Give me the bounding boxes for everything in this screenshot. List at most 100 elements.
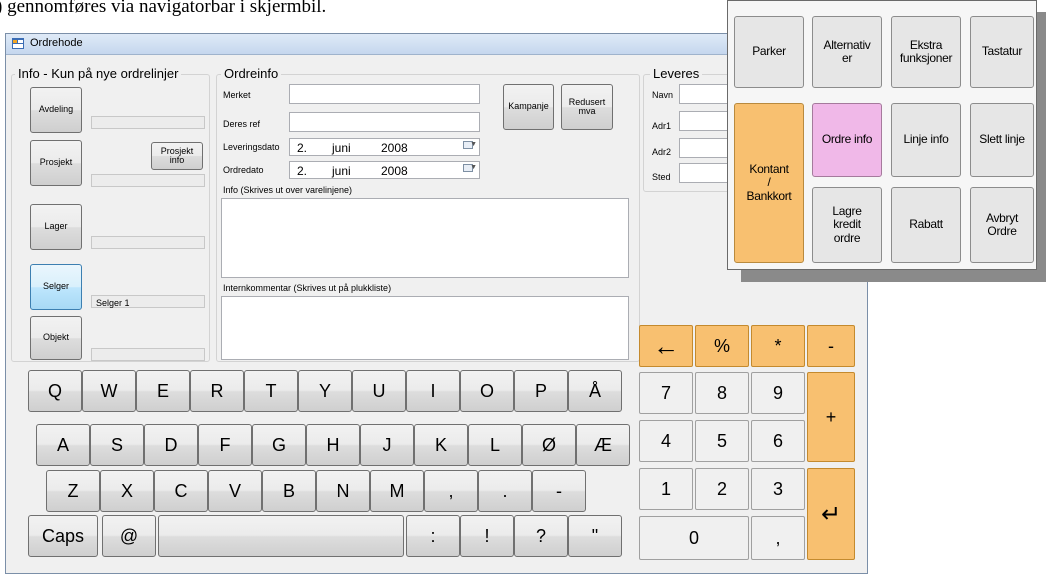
- key-f[interactable]: F: [198, 424, 252, 466]
- lager-button[interactable]: Lager: [30, 204, 82, 250]
- key-7[interactable]: 7: [639, 372, 693, 414]
- key-h[interactable]: H: [306, 424, 360, 466]
- space-key[interactable]: [158, 515, 404, 557]
- lager-field: [91, 236, 205, 249]
- window-title: Ordrehode: [30, 37, 83, 49]
- chevron-down-icon[interactable]: ▼: [470, 164, 477, 171]
- deres-ref-label: Deres ref: [223, 119, 261, 129]
- key-v[interactable]: V: [208, 470, 262, 512]
- key-y[interactable]: Y: [298, 370, 352, 412]
- key-g[interactable]: G: [252, 424, 306, 466]
- key-s[interactable]: S: [90, 424, 144, 466]
- key-1[interactable]: 1: [639, 468, 693, 510]
- key-decimal[interactable]: ,: [751, 516, 805, 560]
- ordredato-label: Ordredato: [223, 165, 264, 175]
- caps-key[interactable]: Caps: [28, 515, 98, 557]
- ordredato-picker[interactable]: 2. juni 2008 ▼: [289, 161, 480, 179]
- key-r[interactable]: R: [190, 370, 244, 412]
- ordreinfo-title: Ordreinfo: [221, 66, 282, 81]
- selger-button[interactable]: Selger: [30, 264, 82, 310]
- key-k[interactable]: K: [414, 424, 468, 466]
- key-z[interactable]: Z: [46, 470, 100, 512]
- key-t[interactable]: T: [244, 370, 298, 412]
- chevron-down-icon[interactable]: ▼: [470, 141, 477, 148]
- star-key[interactable]: *: [751, 325, 805, 367]
- leveringsdato-label: Leveringsdato: [223, 142, 280, 152]
- key-m[interactable]: M: [370, 470, 424, 512]
- leveringsdato-month: juni: [332, 141, 351, 155]
- rabatt-button[interactable]: Rabatt: [891, 187, 961, 263]
- key-6[interactable]: 6: [751, 420, 805, 462]
- key-period[interactable]: .: [478, 470, 532, 512]
- key-e[interactable]: E: [136, 370, 190, 412]
- key-0[interactable]: 0: [639, 516, 749, 560]
- key-c[interactable]: C: [154, 470, 208, 512]
- key-l[interactable]: L: [468, 424, 522, 466]
- kontant-bankkort-button[interactable]: Kontant / Bankkort: [734, 103, 804, 263]
- info-label: Info (Skrives ut over varelinjene): [223, 185, 353, 195]
- key-d[interactable]: D: [144, 424, 198, 466]
- adr1-label: Adr1: [652, 121, 672, 131]
- backspace-key[interactable]: ←: [639, 325, 693, 367]
- key-j[interactable]: J: [360, 424, 414, 466]
- key-w[interactable]: W: [82, 370, 136, 412]
- key-p[interactable]: P: [514, 370, 568, 412]
- key-oe[interactable]: Ø: [522, 424, 576, 466]
- adr2-label: Adr2: [652, 147, 672, 157]
- app-icon: [12, 38, 24, 49]
- key-comma[interactable]: ,: [424, 470, 478, 512]
- key-3[interactable]: 3: [751, 468, 805, 510]
- key-2[interactable]: 2: [695, 468, 749, 510]
- plus-key[interactable]: +: [807, 372, 855, 462]
- key-n[interactable]: N: [316, 470, 370, 512]
- key-4[interactable]: 4: [639, 420, 693, 462]
- prosjekt-button[interactable]: Prosjekt: [30, 140, 82, 186]
- key-colon[interactable]: :: [406, 515, 460, 557]
- redusert-mva-button[interactable]: Redusert mva: [561, 84, 613, 130]
- merket-input[interactable]: [289, 84, 480, 104]
- key-9[interactable]: 9: [751, 372, 805, 414]
- key-5[interactable]: 5: [695, 420, 749, 462]
- key-question[interactable]: ?: [514, 515, 568, 557]
- key-aa[interactable]: Å: [568, 370, 622, 412]
- key-dash[interactable]: -: [532, 470, 586, 512]
- tastatur-button[interactable]: Tastatur: [970, 16, 1034, 88]
- key-8[interactable]: 8: [695, 372, 749, 414]
- key-q[interactable]: Q: [28, 370, 82, 412]
- enter-key[interactable]: ↵: [807, 468, 855, 560]
- percent-key[interactable]: %: [695, 325, 749, 367]
- key-x[interactable]: X: [100, 470, 154, 512]
- key-u[interactable]: U: [352, 370, 406, 412]
- key-i[interactable]: I: [406, 370, 460, 412]
- key-b[interactable]: B: [262, 470, 316, 512]
- key-ae[interactable]: Æ: [576, 424, 630, 466]
- key-quote[interactable]: ": [568, 515, 622, 557]
- prosjekt-field: [91, 174, 205, 187]
- navn-label: Navn: [652, 90, 674, 100]
- alternativer-button[interactable]: Alternativ er: [812, 16, 882, 88]
- lagre-kredit-ordre-button[interactable]: Lagre kredit ordre: [812, 187, 882, 263]
- key-exclaim[interactable]: !: [460, 515, 514, 557]
- avbryt-ordre-button[interactable]: Avbryt Ordre: [970, 187, 1034, 263]
- internkommentar-textarea[interactable]: [221, 296, 629, 360]
- ordre-info-button[interactable]: Ordre info: [812, 103, 882, 177]
- key-o[interactable]: O: [460, 370, 514, 412]
- leveres-title: Leveres: [650, 66, 703, 81]
- info-textarea[interactable]: [221, 198, 629, 278]
- minus-key[interactable]: -: [807, 325, 855, 367]
- objekt-button[interactable]: Objekt: [30, 316, 82, 360]
- deres-ref-input[interactable]: [289, 112, 480, 132]
- kampanje-button[interactable]: Kampanje: [503, 84, 554, 130]
- info-group-title: Info - Kun på nye ordrelinjer: [15, 66, 182, 81]
- parker-button[interactable]: Parker: [734, 16, 804, 88]
- merket-label: Merket: [223, 90, 251, 100]
- slett-linje-button[interactable]: Slett linje: [970, 103, 1034, 177]
- ordredato-month: juni: [332, 164, 351, 178]
- linje-info-button[interactable]: Linje info: [891, 103, 961, 177]
- ekstra-funksjoner-button[interactable]: Ekstra funksjoner: [891, 16, 961, 88]
- avdeling-button[interactable]: Avdeling: [30, 87, 82, 133]
- prosjekt-info-button[interactable]: Prosjekt info: [151, 142, 203, 170]
- key-at[interactable]: @: [102, 515, 156, 557]
- key-a[interactable]: A: [36, 424, 90, 466]
- leveringsdato-picker[interactable]: 2. juni 2008 ▼: [289, 138, 480, 156]
